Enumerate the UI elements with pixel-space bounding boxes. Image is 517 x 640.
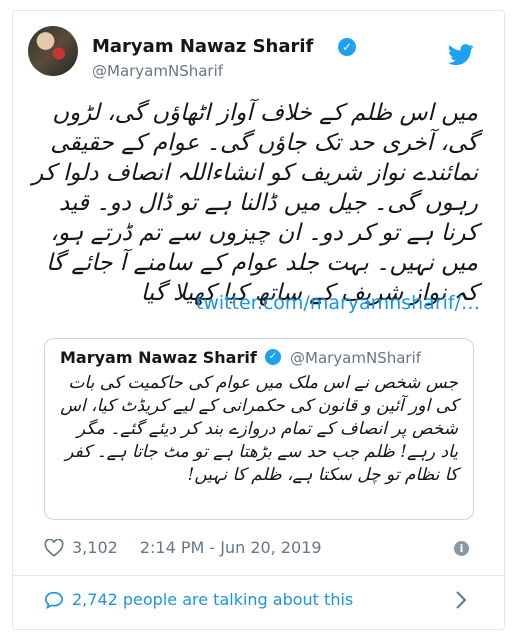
twitter-bird-icon[interactable] bbox=[448, 44, 474, 66]
tweet-text: میں اس ظلم کے خلاف آواز اٹھاؤں گی، لڑوں … bbox=[32, 100, 478, 306]
avatar[interactable] bbox=[28, 26, 78, 76]
heart-icon[interactable] bbox=[44, 538, 64, 557]
info-icon[interactable]: i bbox=[454, 541, 469, 556]
conversation-label: 2,742 people are talking about this bbox=[72, 590, 354, 609]
speech-bubble-icon bbox=[44, 591, 64, 609]
tweet-link[interactable]: twitter.com/maryamnsharif/… bbox=[28, 292, 480, 314]
author-handle[interactable]: @MaryamNSharif bbox=[92, 62, 223, 80]
chevron-right-icon[interactable] bbox=[454, 590, 468, 610]
quoted-author-name: Maryam Nawaz Sharif bbox=[60, 348, 257, 367]
tweet-footer: 3,102 2:14 PM - Jun 20, 2019 bbox=[44, 538, 322, 557]
quoted-tweet-text: جس شخص نے اس ملک میں عوام کی حاکمیت کی ب… bbox=[60, 373, 458, 485]
conversation-link[interactable]: 2,742 people are talking about this bbox=[44, 590, 353, 609]
divider bbox=[12, 575, 505, 576]
quoted-author-handle: @MaryamNSharif bbox=[290, 349, 422, 367]
verified-badge-icon: ✓ bbox=[338, 38, 356, 56]
timestamp[interactable]: 2:14 PM - Jun 20, 2019 bbox=[140, 538, 322, 557]
author-name[interactable]: Maryam Nawaz Sharif bbox=[92, 36, 313, 57]
quoted-verified-badge-icon: ✓ bbox=[265, 349, 281, 365]
like-count[interactable]: 3,102 bbox=[72, 538, 118, 557]
